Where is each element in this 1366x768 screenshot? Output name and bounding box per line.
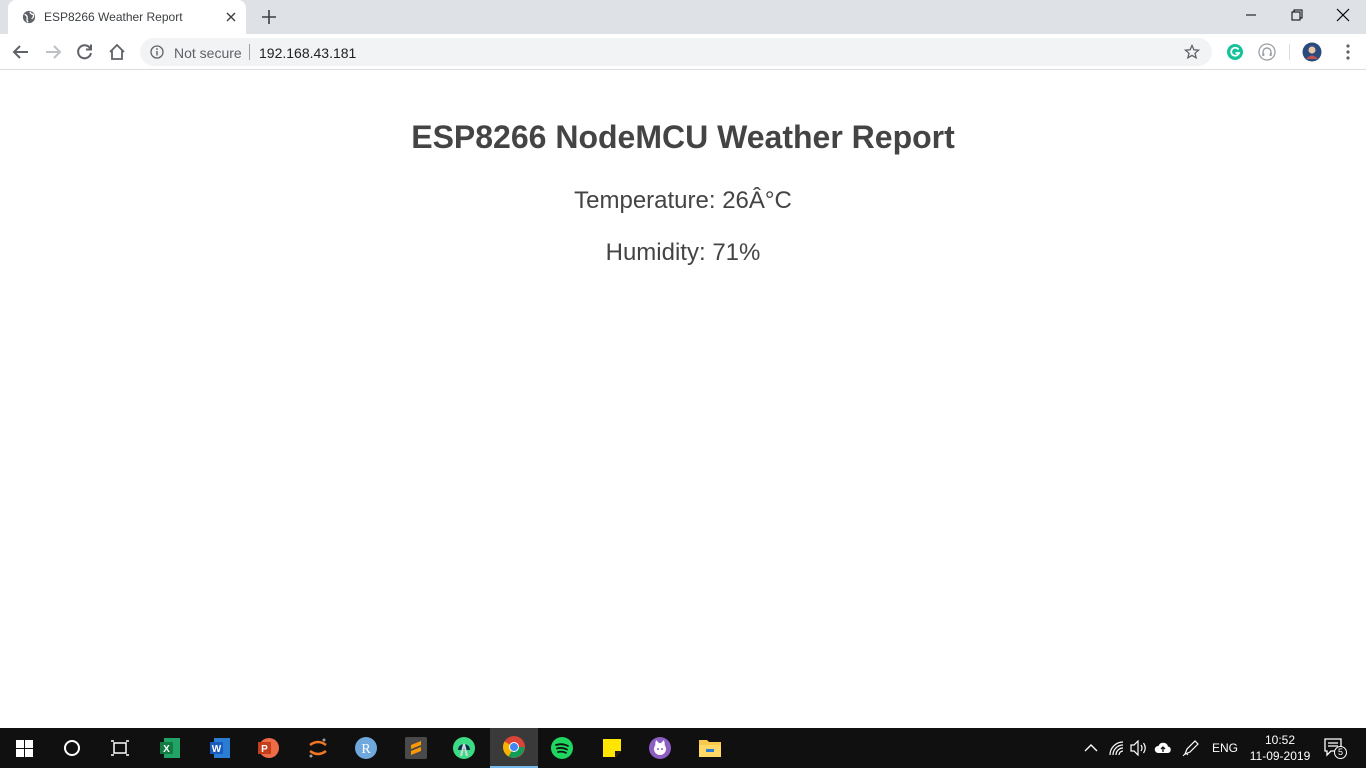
chevron-up-icon xyxy=(1084,744,1098,752)
humidity-reading: Humidity: 71% xyxy=(605,239,761,266)
forward-arrow-icon xyxy=(46,45,62,59)
grammarly-extension[interactable] xyxy=(1225,42,1245,62)
svg-text:X: X xyxy=(163,744,170,755)
omnibox-divider xyxy=(249,44,250,60)
github-desktop-icon xyxy=(649,737,671,759)
chrome-icon xyxy=(503,736,525,758)
svg-text:P: P xyxy=(261,744,268,755)
grammarly-icon xyxy=(1227,44,1243,60)
wifi-icon xyxy=(1109,741,1124,756)
taskbar-sticky-notes[interactable] xyxy=(588,728,636,768)
spotify-icon xyxy=(551,737,573,759)
powerpoint-icon: P xyxy=(258,738,279,758)
input-language[interactable]: ENG xyxy=(1212,741,1238,755)
taskbar-android-studio[interactable] xyxy=(440,728,488,768)
jupyter-icon xyxy=(309,738,327,758)
taskbar-excel[interactable]: X xyxy=(146,728,194,768)
sublime-text-icon xyxy=(405,737,427,759)
notification-count-badge: 5 xyxy=(1334,746,1347,759)
headphones-extension[interactable] xyxy=(1257,42,1277,62)
page-title: ESP8266 NodeMCU Weather Report xyxy=(411,119,955,155)
cloud-upload-icon xyxy=(1154,742,1171,753)
sticky-notes-icon xyxy=(603,739,621,757)
bookmark-star-icon[interactable] xyxy=(1184,44,1200,60)
android-studio-icon xyxy=(453,737,475,759)
taskbar-jupyter[interactable] xyxy=(294,728,342,768)
extensions-divider xyxy=(1289,44,1290,60)
tab-title: ESP8266 Weather Report xyxy=(44,10,183,24)
home-button[interactable] xyxy=(107,42,127,62)
taskbar-spotify[interactable] xyxy=(538,728,586,768)
onedrive-status[interactable] xyxy=(1153,738,1173,758)
globe-icon xyxy=(22,10,36,24)
taskbar-powerpoint[interactable]: P xyxy=(244,728,292,768)
taskbar-file-explorer[interactable] xyxy=(686,728,734,768)
close-icon xyxy=(1336,8,1350,22)
forward-button[interactable] xyxy=(43,42,63,62)
minimize-icon xyxy=(1246,14,1256,16)
avatar xyxy=(1302,42,1322,62)
security-status[interactable]: Not secure xyxy=(174,45,242,61)
more-vertical-icon xyxy=(1346,44,1350,60)
cortana-circle-icon xyxy=(64,740,80,756)
network-status[interactable] xyxy=(1106,738,1126,758)
pen-workspace-button[interactable] xyxy=(1181,738,1201,758)
clock-time: 10:52 xyxy=(1264,733,1296,747)
action-center-button[interactable]: 5 xyxy=(1323,737,1347,759)
taskbar-r[interactable]: R xyxy=(342,728,390,768)
headphones-icon xyxy=(1258,43,1276,61)
url-text[interactable]: 192.168.43.181 xyxy=(259,45,356,61)
taskbar-word[interactable]: W xyxy=(196,728,244,768)
restore-icon xyxy=(1291,9,1303,21)
r-icon: R xyxy=(355,737,377,759)
folder-icon xyxy=(699,740,721,757)
minimize-button[interactable] xyxy=(1228,0,1274,30)
reload-icon xyxy=(77,44,92,60)
close-window-button[interactable] xyxy=(1320,0,1366,30)
excel-icon: X xyxy=(160,738,180,758)
svg-text:R: R xyxy=(361,742,371,757)
cortana-search-button[interactable] xyxy=(48,728,96,768)
taskbar-sublime-text[interactable] xyxy=(392,728,440,768)
word-icon: W xyxy=(210,738,230,758)
browser-tab[interactable]: ESP8266 Weather Report xyxy=(8,0,246,34)
page-content: ESP8266 NodeMCU Weather Report Temperatu… xyxy=(0,71,1366,728)
system-clock[interactable]: 10:52 11-09-2019 xyxy=(1246,732,1314,764)
temperature-reading: Temperature: 26Â°C xyxy=(574,187,792,214)
address-bar[interactable]: Not secure 192.168.43.181 xyxy=(140,38,1212,66)
pen-icon xyxy=(1182,740,1199,757)
profile-button[interactable] xyxy=(1302,42,1322,62)
chrome-menu-button[interactable] xyxy=(1338,42,1358,62)
browser-toolbar: Not secure 192.168.43.181 xyxy=(0,34,1366,70)
restore-button[interactable] xyxy=(1274,0,1320,30)
svg-text:W: W xyxy=(212,744,222,755)
clock-date: 11-09-2019 xyxy=(1249,749,1311,763)
info-icon[interactable] xyxy=(150,45,164,59)
taskbar-github-desktop[interactable] xyxy=(636,728,684,768)
tab-strip: ESP8266 Weather Report xyxy=(0,0,1366,34)
windows-taskbar: X W P R ENG 10:52 11-09-2019 5 xyxy=(0,728,1366,768)
back-arrow-icon xyxy=(12,45,28,59)
task-view-icon xyxy=(111,740,129,756)
volume-control[interactable] xyxy=(1129,738,1149,758)
taskbar-chrome[interactable] xyxy=(490,728,538,768)
back-button[interactable] xyxy=(11,42,31,62)
show-hidden-icons-button[interactable] xyxy=(1081,738,1101,758)
home-icon xyxy=(109,43,125,60)
start-button[interactable] xyxy=(0,728,48,768)
new-tab-icon[interactable] xyxy=(260,8,278,26)
close-tab-icon[interactable] xyxy=(223,9,239,25)
reload-button[interactable] xyxy=(75,42,95,62)
speaker-icon xyxy=(1130,740,1146,756)
windows-logo-icon xyxy=(15,739,33,757)
task-view-button[interactable] xyxy=(96,728,144,768)
